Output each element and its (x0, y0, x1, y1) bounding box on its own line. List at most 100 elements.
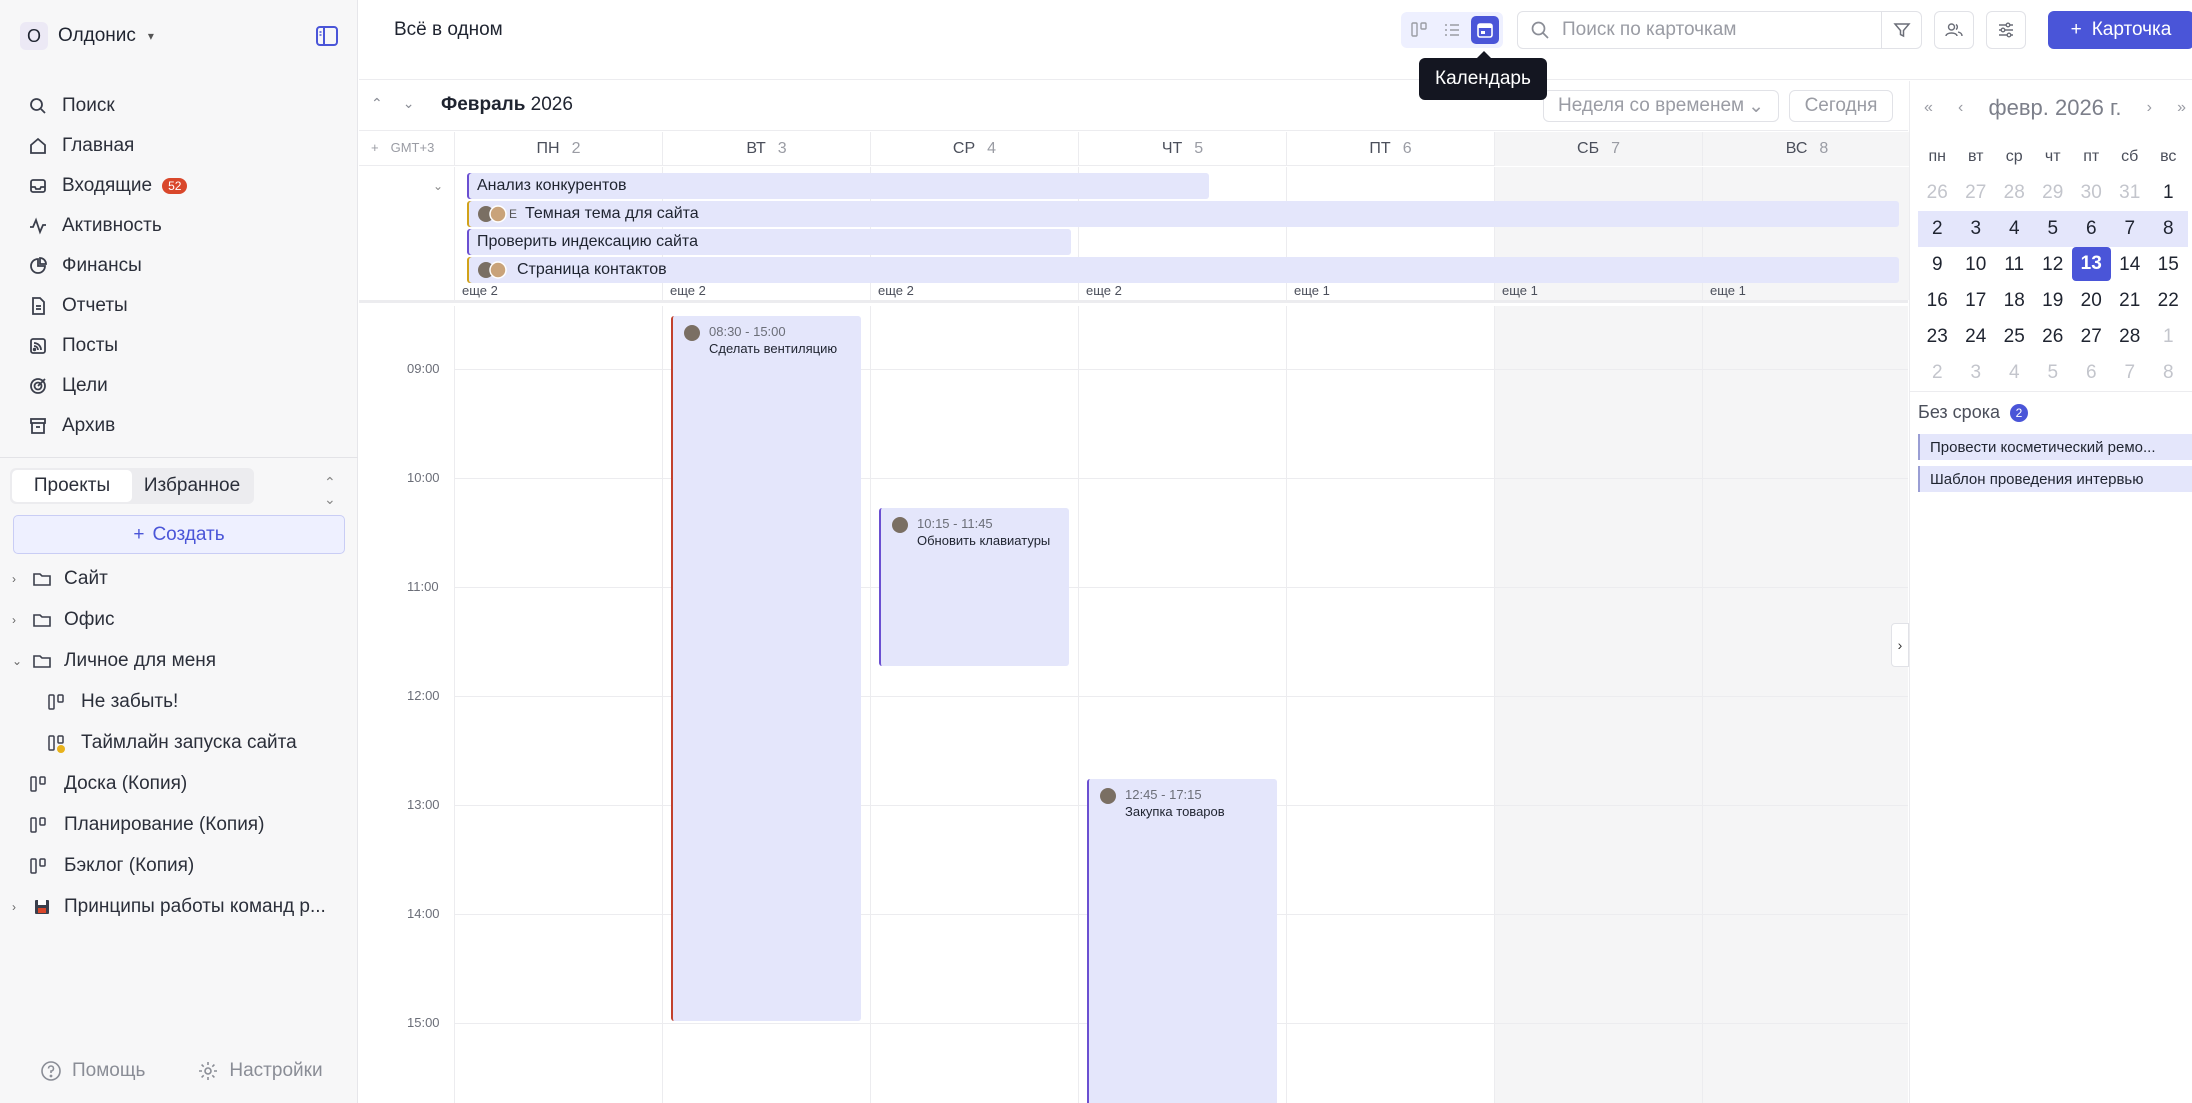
chevron-right-icon[interactable]: › (12, 900, 16, 914)
chevron-right-icon[interactable]: › (1891, 623, 1909, 667)
view-settings-button[interactable] (1986, 11, 2026, 49)
mini-calendar-day[interactable]: 26 (2034, 319, 2073, 355)
mini-calendar-day[interactable]: 14 (2111, 247, 2150, 283)
chevron-down-icon[interactable]: ⌄ (12, 654, 22, 668)
nav-item-archive[interactable]: Архив (28, 406, 187, 446)
mini-calendar-day[interactable]: 17 (1957, 283, 1996, 319)
mini-calendar-day[interactable]: 3 (1957, 355, 1996, 391)
today-button[interactable]: Сегодня (1789, 90, 1893, 122)
timed-event[interactable]: 08:30 - 15:00 Сделать вентиляцию (671, 316, 861, 1021)
sidebar-toggle-icon[interactable] (314, 24, 340, 48)
nav-item-home[interactable]: Главная (28, 126, 187, 166)
mini-calendar-day[interactable]: 16 (1918, 283, 1957, 319)
chevron-down-icon[interactable]: ⌄ (433, 179, 443, 193)
calendar-view-button[interactable] (1471, 16, 1499, 44)
day-header[interactable]: ЧТ 5 (1078, 132, 1286, 166)
mini-calendar-day[interactable]: 24 (1957, 319, 1996, 355)
day-header[interactable]: ВТ 3 (662, 132, 870, 166)
tree-item-folder[interactable]: › Сайт (0, 558, 358, 599)
mini-calendar-day[interactable]: 25 (1995, 319, 2034, 355)
day-header[interactable]: СР 4 (870, 132, 1078, 166)
mini-calendar-day[interactable]: 29 (2034, 175, 2073, 211)
tree-item-doc[interactable]: › Принципы работы команд р... (0, 886, 358, 927)
mini-calendar-day[interactable]: 6 (2072, 355, 2111, 391)
mini-calendar-day[interactable]: 13 (2072, 247, 2111, 281)
collapse-all-icon[interactable]: ⌃ ⌄ (324, 474, 336, 508)
timed-event[interactable]: 12:45 - 17:15 Закупка товаров (1087, 779, 1277, 1103)
board-view-button[interactable] (1405, 16, 1433, 44)
mini-calendar-day[interactable]: 7 (2111, 355, 2150, 391)
tab-favorites[interactable]: Избранное (132, 470, 252, 502)
tree-item-folder[interactable]: ⌄ Личное для меня (0, 640, 358, 681)
chevron-left-icon[interactable]: ‹ (1958, 99, 1963, 117)
tree-item-board[interactable]: Бэклог (Копия) (0, 845, 358, 886)
day-header[interactable]: ПТ 6 (1286, 132, 1494, 166)
workspace-switcher[interactable]: О Олдонис ▾ (20, 22, 154, 50)
more-events-link[interactable]: еще 2 (1086, 283, 1122, 298)
double-chevron-left-icon[interactable]: « (1924, 99, 1933, 117)
more-events-link[interactable]: еще 1 (1502, 283, 1538, 298)
chevron-right-icon[interactable]: › (12, 572, 16, 586)
mini-calendar-day[interactable]: 1 (2149, 175, 2188, 211)
tree-item-board[interactable]: Не забыть! (0, 681, 358, 722)
settings-link[interactable]: Настройки (197, 1060, 323, 1082)
day-header[interactable]: ПН 2 (454, 132, 662, 166)
no-deadline-card[interactable]: Провести косметический ремо... (1918, 434, 2192, 460)
mini-calendar-day[interactable]: 8 (2149, 355, 2188, 391)
chevron-right-icon[interactable]: › (2147, 99, 2152, 117)
tree-item-board[interactable]: Планирование (Копия) (0, 804, 358, 845)
no-deadline-card[interactable]: Шаблон проведения интервью (1918, 466, 2192, 492)
tree-item-board[interactable]: Таймлайн запуска сайта (0, 722, 358, 763)
mini-calendar-day[interactable]: 23 (1918, 319, 1957, 355)
members-button[interactable] (1934, 11, 1974, 49)
add-card-button[interactable]: + Карточка (2048, 11, 2192, 49)
mini-calendar-day[interactable]: 26 (1918, 175, 1957, 211)
day-column[interactable] (1286, 306, 1494, 1103)
allday-event[interactable]: Анализ конкурентов (467, 173, 1209, 199)
nav-item-finance[interactable]: Финансы (28, 246, 187, 286)
mini-calendar-day[interactable]: 30 (2072, 175, 2111, 211)
mini-calendar-day[interactable]: 5 (2034, 355, 2073, 391)
more-events-link[interactable]: еще 2 (462, 283, 498, 298)
chevron-right-icon[interactable]: › (12, 613, 16, 627)
more-events-link[interactable]: еще 2 (878, 283, 914, 298)
mini-calendar-day[interactable]: 27 (1957, 175, 1996, 211)
mini-calendar-day[interactable]: 4 (1995, 211, 2034, 247)
mini-calendar-day[interactable]: 19 (2034, 283, 2073, 319)
tab-projects[interactable]: Проекты (12, 470, 132, 502)
view-mode-select[interactable]: Неделя со временем ⌄ (1543, 90, 1779, 122)
nav-item-reports[interactable]: Отчеты (28, 286, 187, 326)
mini-calendar-day[interactable]: 2 (1918, 211, 1957, 247)
day-column[interactable] (454, 306, 662, 1103)
day-column[interactable] (870, 306, 1078, 1103)
mini-calendar-day[interactable]: 20 (2072, 283, 2111, 319)
nav-item-activity[interactable]: Активность (28, 206, 187, 246)
more-events-link[interactable]: еще 1 (1710, 283, 1746, 298)
day-column[interactable] (1494, 306, 1702, 1103)
tree-item-board[interactable]: Доска (Копия) (0, 763, 358, 804)
list-view-button[interactable] (1438, 16, 1466, 44)
allday-event[interactable]: Проверить индексацию сайта (467, 229, 1071, 255)
mini-calendar-day[interactable]: 5 (2034, 211, 2073, 247)
mini-calendar-day[interactable]: 3 (1957, 211, 1996, 247)
mini-calendar-day[interactable]: 28 (2111, 319, 2150, 355)
mini-calendar-day[interactable]: 1 (2149, 319, 2188, 355)
nav-item-posts[interactable]: Посты (28, 326, 187, 366)
double-chevron-right-icon[interactable]: » (2177, 99, 2186, 117)
nav-item-inbox[interactable]: Входящие 52 (28, 166, 188, 206)
search-input[interactable] (1562, 19, 1862, 41)
chevron-down-icon[interactable]: ⌄ (403, 95, 415, 112)
more-events-link[interactable]: еще 2 (670, 283, 706, 298)
filter-button[interactable] (1882, 11, 1922, 49)
mini-calendar-day[interactable]: 2 (1918, 355, 1957, 391)
mini-calendar-day[interactable]: 11 (1995, 247, 2034, 283)
more-events-link[interactable]: еще 1 (1294, 283, 1330, 298)
mini-calendar-day[interactable]: 18 (1995, 283, 2034, 319)
timed-event[interactable]: 10:15 - 11:45 Обновить клавиатуры (879, 508, 1069, 666)
mini-calendar-day[interactable]: 12 (2034, 247, 2073, 283)
day-header[interactable]: ВС 8 (1702, 132, 1911, 166)
nav-item-goals[interactable]: Цели (28, 366, 187, 406)
day-column[interactable] (1702, 306, 1908, 1103)
tree-item-folder[interactable]: › Офис (0, 599, 358, 640)
mini-calendar-day[interactable]: 15 (2149, 247, 2188, 283)
